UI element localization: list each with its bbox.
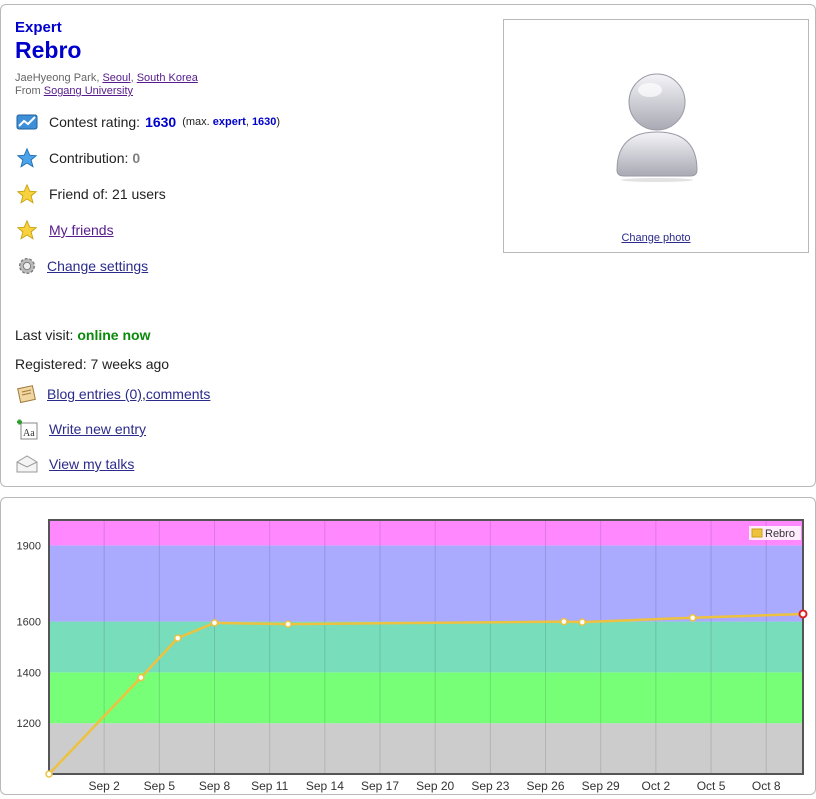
registered-row: Registered: 7 weeks ago	[15, 352, 169, 376]
friend-of-row: Friend of: 21 users	[15, 182, 166, 206]
contest-rating-row: Contest rating: 1630 (max. expert, 1630)	[15, 110, 280, 134]
my-friends-row: My friends	[15, 218, 114, 242]
data-point	[284, 620, 292, 628]
x-tick-label: Sep 26	[527, 779, 565, 793]
rating-chart[interactable]: Sep 2 Sep 5 Sep 8 Sep 11 Sep 14 Sep 17 Sep 20 S…	[1, 498, 815, 794]
talks-row: View my talks	[15, 452, 134, 476]
rating-label: Contest rating:	[49, 114, 141, 130]
x-tick-label: Sep 17	[361, 779, 399, 793]
registered-text: Registered: 7 weeks ago	[15, 356, 170, 372]
profile-info-panel: Expert Rebro JaeHyeong Park, Seoul, Sout…	[0, 4, 816, 487]
rating-max: (max. expert, 1630)	[182, 116, 281, 128]
contribution-label: Contribution:	[49, 150, 129, 166]
data-point	[173, 634, 182, 642]
rating-value: 1630	[145, 114, 177, 130]
write-entry-icon: Aa	[15, 417, 39, 441]
rating-chart-panel: Sep 2 Sep 5 Sep 8 Sep 11 Sep 14 Sep 17 Sep 20 S…	[0, 497, 816, 795]
x-tick-label: Sep 5	[144, 779, 176, 793]
y-tick-label: 1200	[17, 718, 41, 730]
contribution-row: Contribution: 0	[15, 146, 140, 170]
x-tick-label: Oct 8	[752, 779, 781, 793]
data-point	[688, 614, 697, 622]
gold-star-icon	[15, 182, 39, 206]
settings-row: Change settings	[15, 254, 148, 278]
x-tick-label: Sep 8	[199, 779, 231, 793]
user-location: JaeHyeong Park, Seoul, South Korea From …	[15, 72, 198, 97]
x-tick-label: Sep 2	[88, 779, 120, 793]
svg-text:Aa: Aa	[23, 428, 35, 439]
rating-band-4	[49, 520, 803, 546]
organization-link[interactable]: Sogang University	[44, 85, 133, 97]
blog-icon	[15, 382, 39, 406]
rating-icon	[15, 110, 39, 134]
x-tick-label: Oct 2	[642, 779, 671, 793]
legend-swatch	[751, 528, 763, 538]
gold-star-icon	[15, 218, 39, 242]
legend-label: Rebro	[765, 528, 795, 540]
y-tick-label: 1400	[17, 667, 41, 679]
x-tick-label: Sep 23	[471, 779, 509, 793]
contribution-value: 0	[132, 150, 141, 166]
last-visit-value: online now	[77, 327, 151, 343]
data-point	[137, 673, 145, 682]
city-link[interactable]: Seoul	[102, 72, 130, 84]
rating-band-1	[49, 672, 803, 724]
data-point	[560, 617, 568, 626]
data-point	[210, 619, 219, 627]
avatar-placeholder-icon	[616, 73, 698, 182]
last-visit-row: Last visit: online now	[15, 323, 150, 347]
x-tick-label: Sep 14	[306, 779, 344, 793]
y-tick-label: 1900	[17, 540, 41, 552]
y-tick-label: 1600	[17, 617, 41, 629]
from-label: From	[15, 85, 44, 97]
comments-link[interactable]: comments	[146, 386, 211, 402]
view-talks-link[interactable]: View my talks	[49, 456, 134, 472]
change-settings-link[interactable]: Change settings	[47, 258, 148, 274]
user-rank: Expert	[15, 19, 62, 36]
gear-icon	[15, 254, 39, 278]
data-point	[798, 609, 808, 619]
blue-star-icon	[15, 146, 39, 170]
x-tick-label: Oct 5	[697, 779, 726, 793]
rating-band-2	[49, 621, 803, 673]
profile-photo-box: Change photo	[503, 19, 809, 253]
data-point	[45, 770, 53, 778]
rating-band-0	[49, 723, 803, 774]
x-tick-label: Sep 11	[251, 779, 288, 793]
rating-band-3	[49, 545, 803, 622]
blog-entries-link[interactable]: Blog entries (0)	[47, 386, 142, 402]
data-point	[578, 618, 587, 626]
user-name: JaeHyeong Park,	[15, 72, 103, 84]
x-tick-label: Sep 20	[416, 779, 454, 793]
write-new-entry-link[interactable]: Write new entry	[49, 421, 146, 437]
my-friends-link[interactable]: My friends	[49, 222, 114, 238]
country-link[interactable]: South Korea	[137, 72, 198, 84]
x-tick-label: Sep 29	[582, 779, 620, 793]
last-visit-label: Last visit:	[15, 327, 74, 343]
blog-row: Blog entries (0) , comments	[15, 382, 210, 406]
change-photo-link[interactable]: Change photo	[504, 232, 808, 244]
user-handle[interactable]: Rebro	[15, 37, 81, 64]
friend-of-text: Friend of: 21 users	[49, 186, 166, 202]
envelope-icon	[15, 452, 39, 476]
write-entry-row: Aa Write new entry	[15, 417, 146, 441]
